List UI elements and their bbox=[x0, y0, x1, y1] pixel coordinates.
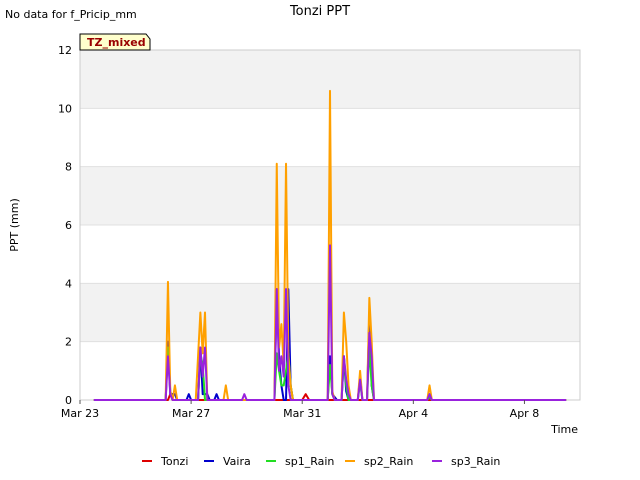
tz-badge-label: TZ_mixed bbox=[87, 36, 146, 49]
y-tick-label: 4 bbox=[65, 277, 72, 290]
y-tick-label: 12 bbox=[58, 44, 72, 57]
legend-label: sp2_Rain bbox=[364, 455, 413, 468]
y-tick-label: 10 bbox=[58, 102, 72, 115]
legend-item: sp2_Rain bbox=[345, 455, 413, 468]
no-data-note: No data for f_Pricip_mm bbox=[5, 8, 137, 21]
x-axis-label: Time bbox=[550, 423, 578, 436]
y-axis-label: PPT (mm) bbox=[8, 198, 21, 252]
legend-label: Tonzi bbox=[160, 455, 188, 468]
y-tick-label: 0 bbox=[65, 394, 72, 407]
y-tick-label: 6 bbox=[65, 219, 72, 232]
y-tick-label: 8 bbox=[65, 161, 72, 174]
legend-item: sp3_Rain bbox=[432, 455, 500, 468]
x-tick-label: Apr 8 bbox=[510, 407, 540, 420]
tz-badge: TZ_mixed bbox=[79, 33, 151, 51]
legend-label: sp3_Rain bbox=[451, 455, 500, 468]
legend: Tonzi Vaira sp1_Rain sp2_Rain sp3_Rain bbox=[142, 455, 500, 468]
x-axis-ticks: Mar 23 Mar 27 Mar 31 Apr 4 Apr 8 bbox=[61, 400, 539, 420]
x-tick-label: Mar 31 bbox=[283, 407, 321, 420]
y-tick-label: 2 bbox=[65, 336, 72, 349]
ppt-chart: No data for f_Pricip_mm Tonzi PPT 0 2 4 6 8 1… bbox=[5, 4, 581, 468]
legend-label: sp1_Rain bbox=[285, 455, 334, 468]
legend-item: Vaira bbox=[204, 455, 251, 468]
x-tick-label: Mar 23 bbox=[61, 407, 99, 420]
y-axis-ticks: 0 2 4 6 8 10 12 bbox=[58, 44, 72, 407]
legend-label: Vaira bbox=[223, 455, 251, 468]
legend-item: Tonzi bbox=[142, 455, 188, 468]
legend-item: sp1_Rain bbox=[266, 455, 334, 468]
x-tick-label: Mar 27 bbox=[172, 407, 210, 420]
chart-title: Tonzi PPT bbox=[289, 4, 350, 19]
x-tick-label: Apr 4 bbox=[399, 407, 429, 420]
